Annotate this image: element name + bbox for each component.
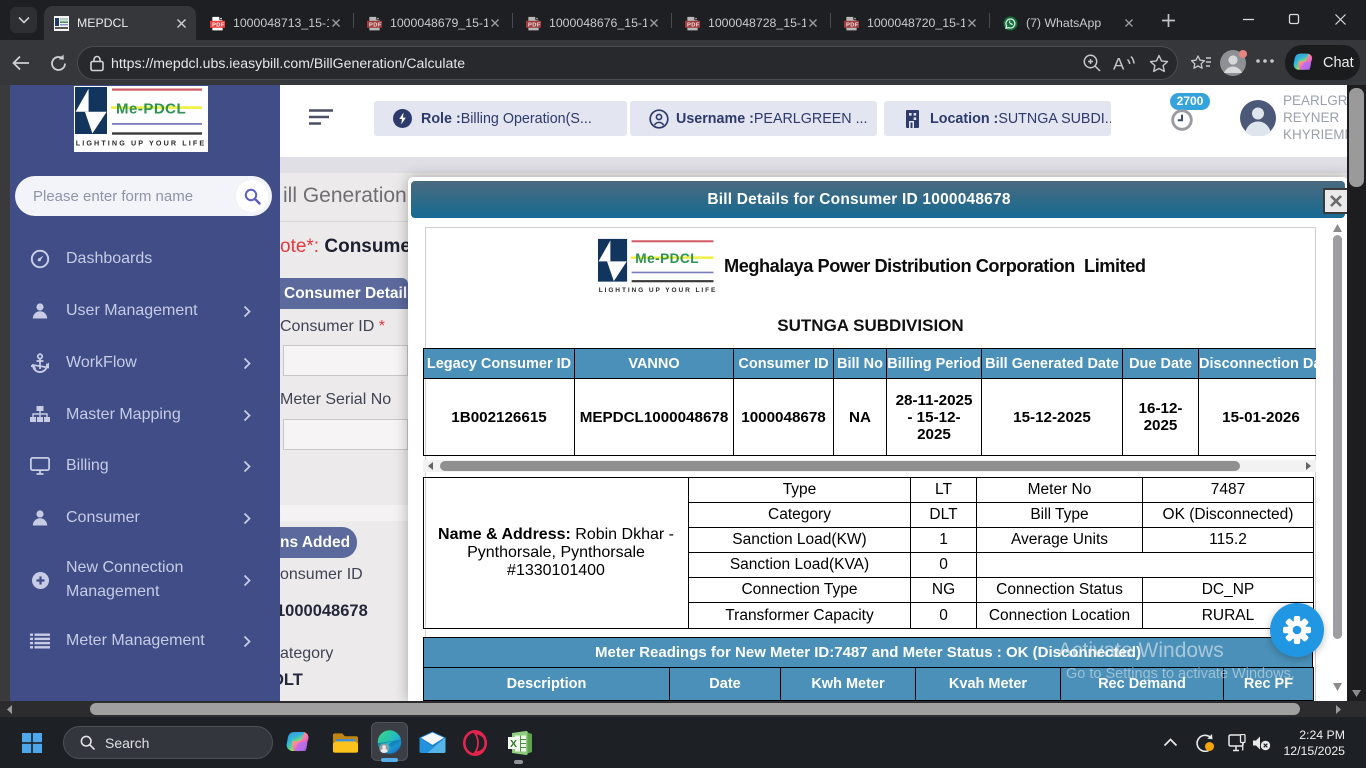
svg-text:PDF: PDF (212, 22, 225, 28)
svg-text:X: X (510, 738, 517, 750)
svg-text:Me-PDCL: Me-PDCL (116, 101, 186, 118)
svg-text:PDF: PDF (369, 22, 382, 28)
svg-text:LIGHTING UP YOUR LIFE: LIGHTING UP YOUR LIFE (599, 287, 718, 294)
svg-text:PDF: PDF (687, 22, 700, 28)
svg-text:PDF: PDF (528, 22, 541, 28)
svg-text:Me-PDCL: Me-PDCL (635, 251, 699, 266)
svg-text:PDF: PDF (846, 22, 859, 28)
svg-text:LIGHTING UP YOUR LIFE: LIGHTING UP YOUR LIFE (76, 139, 207, 148)
svg-text:A: A (1113, 55, 1125, 73)
